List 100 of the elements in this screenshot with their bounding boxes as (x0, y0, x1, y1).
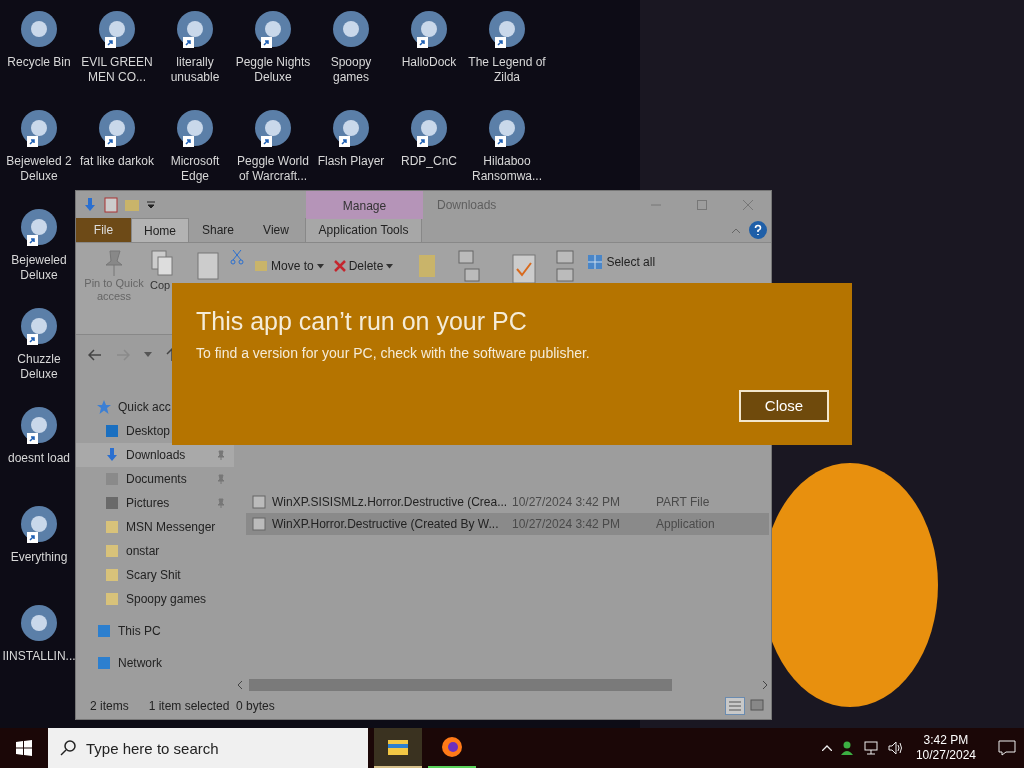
ribbon-tab[interactable]: View (247, 218, 305, 242)
collapse-ribbon-icon[interactable] (731, 226, 741, 234)
maximize-icon (697, 200, 707, 210)
desktop-icon[interactable]: Peggle Nights Deluxe (234, 5, 312, 85)
nav-item[interactable]: Spoopy games (76, 587, 234, 611)
desktop-icon[interactable]: HalloDock (390, 5, 468, 70)
select-all-icon (587, 254, 604, 270)
nav-item[interactable]: Documents (76, 467, 234, 491)
desktop-icon-label: Spoopy games (329, 55, 373, 85)
desktop-icon[interactable]: Spoopy games (312, 5, 390, 85)
delete-x-icon (333, 260, 346, 272)
recent-caret-icon[interactable] (144, 352, 152, 358)
desktop-icon-label: doesnt load (6, 451, 72, 466)
desktop-icon-label: Microsoft Edge (169, 154, 221, 184)
desktop-icon-label: Peggle Nights Deluxe (234, 55, 312, 85)
search-icon (60, 740, 76, 756)
volume-icon[interactable] (887, 741, 904, 755)
nav-item[interactable]: Downloads (76, 443, 234, 467)
file-row[interactable]: WinXP.Horror.Destructive (Created By W... 10/27/2024 3:42 PM Application (246, 513, 769, 535)
close-icon (743, 200, 753, 210)
desktop-icon[interactable]: The Legend of Zilda (468, 5, 546, 85)
horizontal-scrollbar[interactable] (238, 676, 767, 693)
download-icon (104, 447, 120, 463)
desktop-icon[interactable]: Bejeweled 2 Deluxe (0, 104, 78, 184)
desktop-icon-label: Bejeweled 2 Deluxe (5, 154, 73, 184)
large-icons-view-icon[interactable] (749, 697, 765, 713)
back-arrow-icon[interactable] (88, 349, 102, 361)
ribbon-tab[interactable]: Home (131, 218, 189, 242)
desktop-icon[interactable]: RDP_CnC (390, 104, 468, 169)
desktop-icon-label: Recycle Bin (6, 55, 72, 70)
application-icon (252, 517, 266, 531)
nav-item[interactable]: This PC (76, 619, 234, 643)
dropdown-caret-icon[interactable] (146, 200, 156, 210)
clock[interactable]: 3:42 PM 10/27/2024 (911, 733, 980, 763)
window-title: Downloads (437, 197, 497, 214)
desktop-icon[interactable]: EVIL GREEN MEN CO... (78, 5, 156, 85)
close-dialog-button[interactable]: Close (739, 390, 829, 422)
file-row[interactable]: WinXP.SISISMLz.Horror.Destructive (Crea... 10/27/2024 3:42 PM PART File (246, 491, 769, 513)
desktop-icon-label: RDP_CnC (400, 154, 458, 169)
properties-check-icon (511, 253, 538, 285)
person-icon[interactable] (839, 740, 856, 756)
desktop-icon[interactable]: Peggle World of Warcraft... (234, 104, 312, 184)
nav-item[interactable]: Scary Shit (76, 563, 234, 587)
desktop-icon[interactable]: Hildaboo Ransomwa... (468, 104, 546, 184)
desktop-icon-label: IINSTALLIN... (1, 649, 77, 664)
folder-icon (104, 567, 120, 583)
dropdown-caret-icon (316, 263, 324, 269)
notifications-icon[interactable] (998, 740, 1016, 756)
desktop-icon[interactable]: Everything (0, 500, 78, 565)
details-view-icon[interactable] (725, 697, 745, 715)
clipboard-icon (196, 249, 220, 281)
file-explorer-taskbar-button[interactable] (374, 728, 422, 768)
desktop-icon-label: Hildaboo Ransomwa... (471, 154, 543, 184)
new-folder-icon (417, 253, 438, 279)
ribbon-tab[interactable]: Share (189, 218, 247, 242)
nav-item[interactable]: Quick acc (76, 395, 234, 419)
desktop-icon[interactable]: Bejeweled Deluxe (0, 203, 78, 283)
desktop-icon-label: HalloDock (400, 55, 458, 70)
desktop-icon[interactable]: Flash Player (312, 104, 390, 169)
ribbon-tab[interactable]: Application Tools (305, 218, 422, 242)
desktop-icon-label: The Legend of Zilda (468, 55, 546, 85)
folder-icon (254, 259, 268, 273)
nav-item[interactable]: Network (76, 651, 234, 675)
delete-button[interactable]: Delete (333, 257, 394, 275)
move-to-button[interactable]: Move to (254, 257, 324, 275)
copy-button[interactable]: Cop (150, 277, 171, 294)
select-all-button[interactable]: Select all (587, 253, 656, 271)
scissors-icon (230, 249, 244, 265)
desktop-icon[interactable]: Recycle Bin (0, 5, 78, 70)
nav-item[interactable]: Desktop (76, 419, 234, 443)
desktop-icon[interactable]: Chuzzle Deluxe (0, 302, 78, 382)
nav-item[interactable]: Pictures (76, 491, 234, 515)
windows-logo-icon (16, 740, 32, 756)
folder-icon (387, 738, 409, 756)
dialog-title: This app can’t run on your PC (196, 306, 528, 337)
desktop-icon[interactable]: Microsoft Edge (156, 104, 234, 184)
status-item-count: 2 items (90, 698, 129, 715)
show-hidden-icons-caret-icon[interactable] (821, 745, 832, 751)
dialog-message: To find a version for your PC, check with the software publisher. (196, 344, 591, 363)
desktop-icon[interactable]: IINSTALLIN... (0, 599, 78, 664)
ribbon-tab[interactable]: File (76, 218, 131, 242)
nav-item[interactable]: onstar (76, 539, 234, 563)
desktop-icon-label: Flash Player (316, 154, 386, 169)
desktop-icon-label: EVIL GREEN MEN CO... (80, 55, 154, 85)
copy-icon (150, 249, 174, 277)
desktop-icon-label: Peggle World of Warcraft... (236, 154, 310, 184)
folder-icon (104, 543, 120, 559)
search-field[interactable]: Type here to search (48, 728, 368, 768)
desktop-icon[interactable]: doesnt load (0, 401, 78, 466)
help-icon[interactable] (749, 221, 767, 239)
status-selection: 1 item selected 0 bytes (148, 698, 275, 715)
dropdown-caret-icon (386, 263, 394, 269)
desktop-icon-label: fat like darkok (78, 154, 155, 169)
nav-item[interactable]: MSN Messenger (76, 515, 234, 539)
desktop-icon[interactable]: literally unusable (156, 5, 234, 85)
desktop-icon-label: Chuzzle Deluxe (16, 352, 62, 382)
desktop-icon[interactable]: fat like darkok (78, 104, 156, 169)
file-icon (252, 495, 266, 509)
folder-icon (104, 591, 120, 607)
contextual-tab-group: Manage (306, 191, 423, 219)
